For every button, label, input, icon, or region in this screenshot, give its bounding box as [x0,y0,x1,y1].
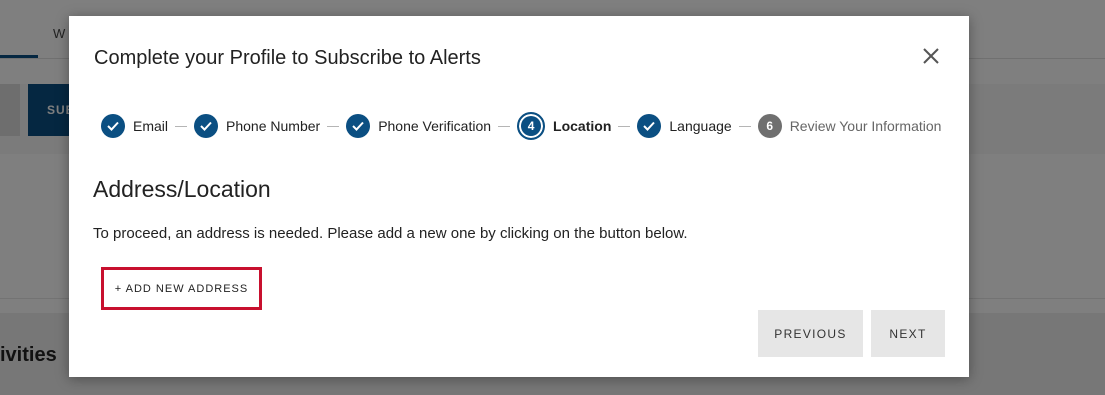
step-phone-verification: Phone Verification [346,114,491,138]
step-location: 4 Location [517,112,611,140]
step-phone-number: Phone Number [194,114,320,138]
step-email: Email [101,114,168,138]
add-new-address-button[interactable]: + ADD NEW ADDRESS [101,267,262,310]
step-label: Location [553,118,612,134]
step-separator [618,125,631,127]
step-review: 6 Review Your Information [757,114,942,138]
step-separator [175,125,188,127]
step-number-badge: 4 [517,112,546,140]
close-button[interactable] [918,43,944,69]
step-separator [327,125,340,127]
check-icon [637,114,662,138]
step-separator [738,125,751,127]
step-label: Language [669,118,732,134]
info-text: To proceed, an address is needed. Please… [93,225,688,242]
step-separator [498,125,511,127]
step-label: Phone Number [226,118,321,134]
progress-stepper: Email Phone Number Phone Verification 4 … [101,112,942,140]
check-icon [101,114,125,138]
profile-modal: Complete your Profile to Subscribe to Al… [69,16,969,377]
close-icon [923,48,939,64]
step-label: Review Your Information [789,118,942,134]
previous-button[interactable]: PREVIOUS [758,310,863,357]
step-label: Email [133,118,169,134]
modal-title: Complete your Profile to Subscribe to Al… [94,47,481,69]
step-number-badge: 6 [757,114,782,138]
step-language: Language [637,114,732,138]
check-icon [346,114,371,138]
step-label: Phone Verification [378,118,492,134]
section-heading: Address/Location [93,176,271,202]
next-button[interactable]: NEXT [871,310,945,357]
check-icon [194,114,219,138]
